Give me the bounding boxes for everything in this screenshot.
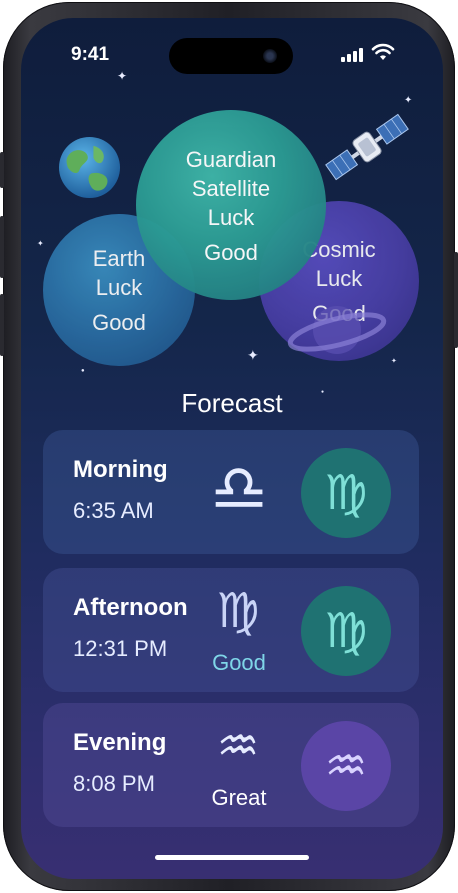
forecast-card-evening[interactable]: Evening 8:08 PM ♒ Great ♒ [43,703,419,827]
screen: 9:41 ✦ ✦ ✦ ✦ ✦ ● ● Earth Luck Good Cosmi… [21,18,443,879]
forecast-time: 12:31 PM [73,636,168,661]
forecast-rating: Good [212,650,266,675]
guardian-luck-title-line1: Guardian [185,146,277,172]
star-icon: ✦ [404,95,413,106]
star-icon: ● [81,368,85,374]
forecast-title: Forecast [181,388,283,418]
virgo-icon: ♍ [301,448,391,538]
forecast-rating: Great [211,785,267,810]
star-icon: ✦ [247,347,259,363]
dynamic-island [169,38,293,74]
forecast-period: Evening [73,729,167,756]
guardian-luck-title-line3: Luck [207,204,255,230]
star-icon: ✦ [391,358,397,365]
earth-luck-value: Good [92,310,146,335]
action-button [0,152,4,188]
guardian-luck-title-line2: Satellite [191,175,271,201]
volume-down-button [0,294,4,356]
forecast-period: Afternoon [73,594,188,621]
power-button [454,252,458,348]
forecast-time: 8:08 PM [73,771,155,796]
virgo-icon: ♍ [216,585,260,638]
home-indicator[interactable] [155,855,309,860]
forecast-period: Morning [73,456,168,483]
status-bar: 9:41 [21,38,443,74]
aquarius-icon: ♒ [301,721,391,811]
earth-luck-title-line1: Earth [92,246,146,271]
aquarius-icon: ♒ [216,720,260,773]
satellite-icon [325,113,409,181]
forecast-card-afternoon[interactable]: Afternoon 12:31 PM ♍ Good ♍ [43,568,419,692]
earth-globe-icon [58,136,121,199]
camera-icon [263,49,277,63]
signal-icon [341,46,363,62]
status-time: 9:41 [71,44,110,65]
earth-luck-title-line2: Luck [95,275,143,300]
guardian-satellite-luck-bubble[interactable]: Guardian Satellite Luck Good [136,110,326,300]
ringed-planet-icon [287,306,387,354]
forecast-card-morning[interactable]: Morning 6:35 AM ♎ ♍ [43,430,419,554]
wifi-icon [371,43,395,60]
star-icon: ✦ [117,69,128,83]
libra-icon: ♎ [210,452,268,524]
phone-frame: 9:41 ✦ ✦ ✦ ✦ ✦ ● ● Earth Luck Good Cosmi… [0,2,458,891]
virgo-icon: ♍ [301,586,391,676]
volume-up-button [0,216,4,278]
forecast-time: 6:35 AM [73,498,154,523]
cosmic-luck-title-line2: Luck [315,266,363,291]
star-icon: ✦ [37,239,44,248]
guardian-luck-value: Good [204,239,258,265]
